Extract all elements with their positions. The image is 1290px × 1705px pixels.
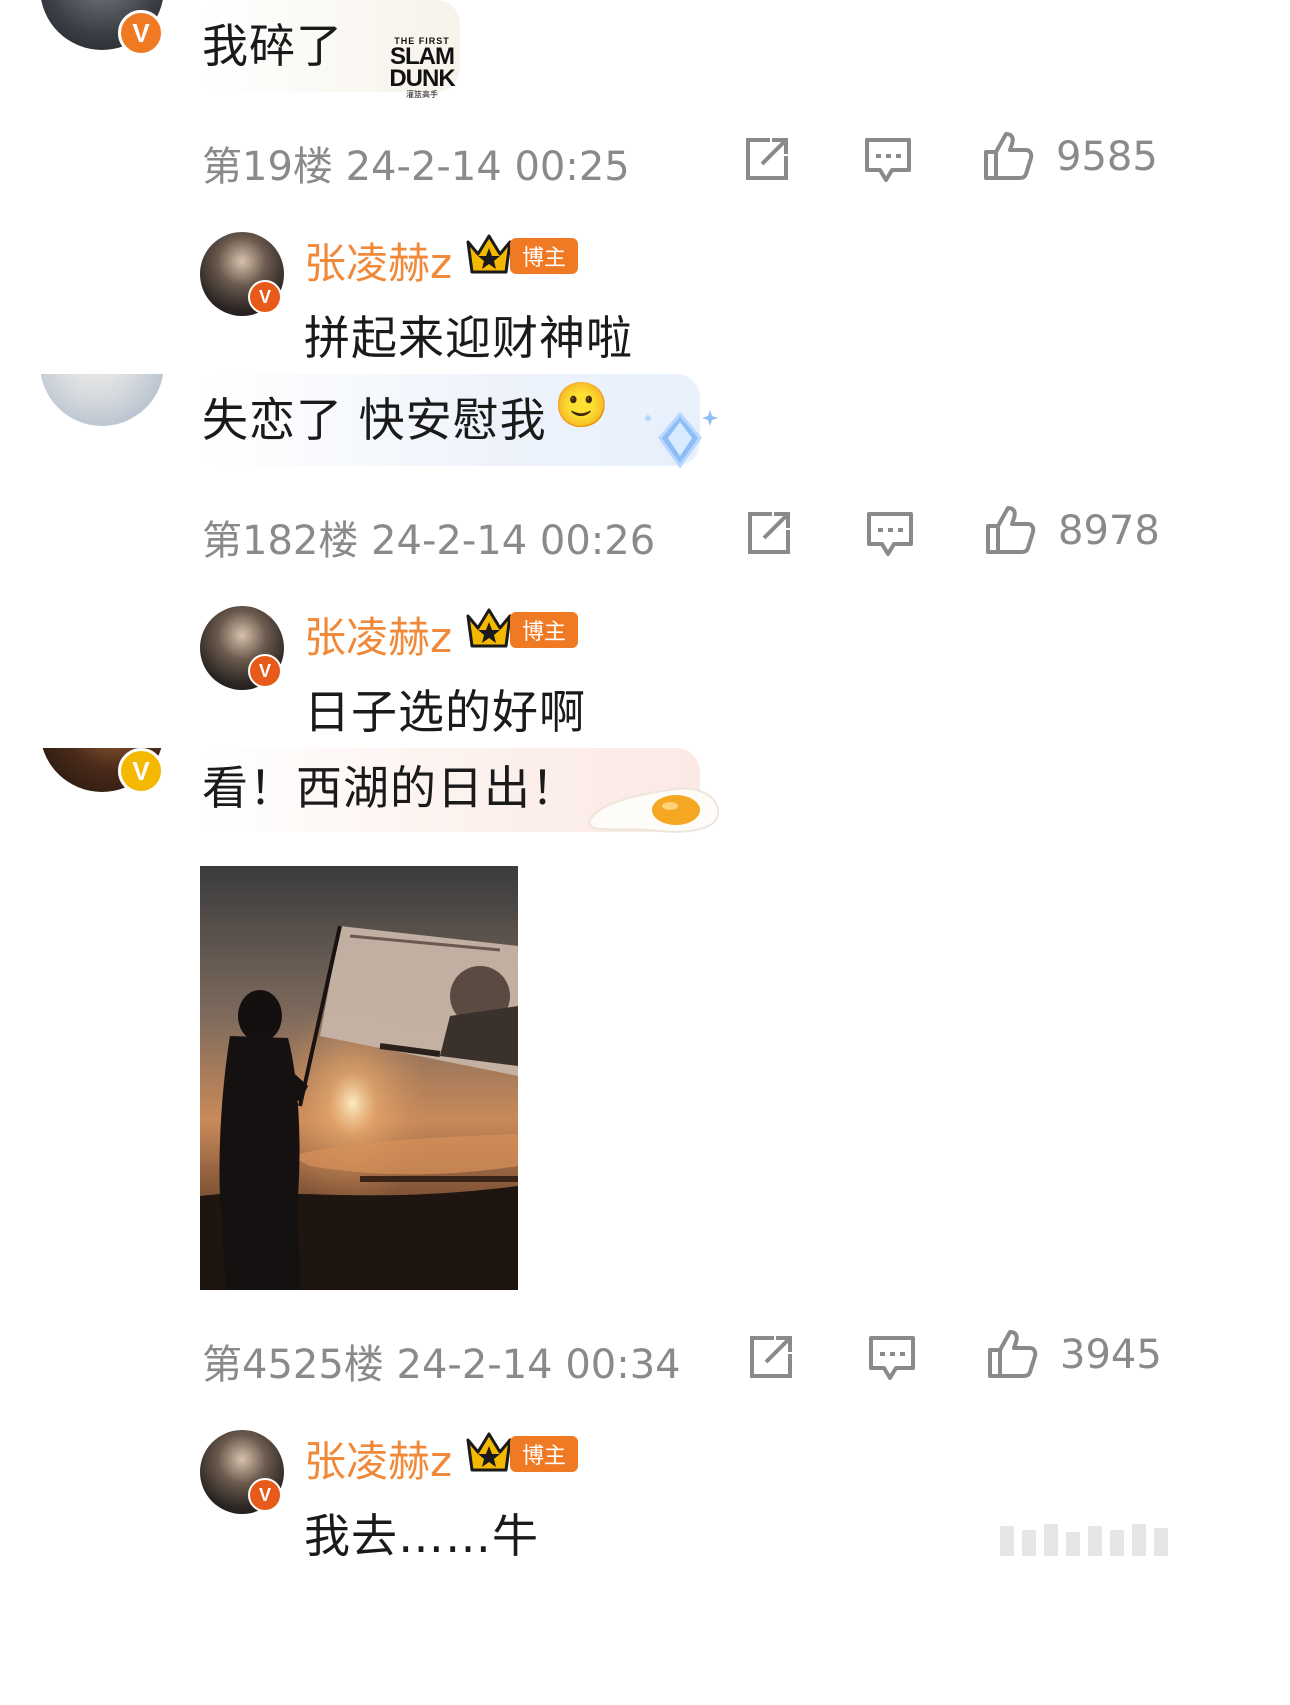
floor-timestamp: 第19楼 24-2-14 00:25 [202,144,630,190]
comment-text: 我碎了 [202,19,343,73]
blogger-badge: 博主 [464,606,582,652]
reply-username[interactable]: 张凌赫z [304,604,452,665]
comment-icon[interactable] [864,508,916,560]
like-count: 3945 [1060,1332,1162,1378]
slam-dunk-sticker: THE FIRST SLAM DUNK 灌篮高手 [389,36,455,99]
sunrise-photo[interactable] [200,866,518,1290]
fried-egg-decoration [588,787,720,833]
smiley-emoji: 🙂 [554,380,609,431]
avatar-mask [30,300,180,374]
like-icon[interactable] [986,1328,1038,1380]
blogger-label: 博主 [510,1436,578,1472]
verified-icon: V [248,1478,282,1512]
verified-icon: V [118,748,164,794]
avatar-mask [30,668,180,748]
repost-icon[interactable] [742,508,794,560]
diamond-decoration [645,410,718,469]
verified-icon: V [118,10,164,56]
floor-timestamp: 第182楼 24-2-14 00:26 [202,518,656,564]
comment-thread: V 我碎了 THE FIRST SLAM DUNK 灌篮高手 第19楼 24-2… [0,0,1290,1705]
blogger-badge: 博主 [464,1430,582,1476]
watermark-bars [1000,1524,1168,1556]
reply-text: 我去……牛 [304,1509,539,1563]
like-icon[interactable] [982,130,1034,182]
repost-icon[interactable] [740,134,792,186]
like-count: 9585 [1056,134,1158,180]
verified-icon: V [248,280,282,314]
reply-username[interactable]: 张凌赫z [304,1428,452,1489]
reply-text: 日子选的好啊 [304,685,586,739]
blogger-label: 博主 [510,612,578,648]
blogger-label: 博主 [510,238,578,274]
comment-icon[interactable] [862,134,914,186]
reply-text: 拼起来迎财神啦 [304,311,633,365]
repost-icon[interactable] [744,1332,796,1384]
like-count: 8978 [1058,508,1160,554]
crown-icon [466,608,512,648]
crown-icon [466,234,512,274]
crown-icon [466,1432,512,1472]
comment-text: 失恋了 快安慰我 [202,393,547,447]
comment-text: 看！西湖的日出！ [202,761,578,815]
like-icon[interactable] [984,504,1036,556]
blogger-badge: 博主 [464,232,582,278]
verified-icon: V [248,654,282,688]
floor-timestamp: 第4525楼 24-2-14 00:34 [202,1342,681,1388]
reply-username[interactable]: 张凌赫z [304,230,452,291]
comment-icon[interactable] [866,1332,918,1384]
